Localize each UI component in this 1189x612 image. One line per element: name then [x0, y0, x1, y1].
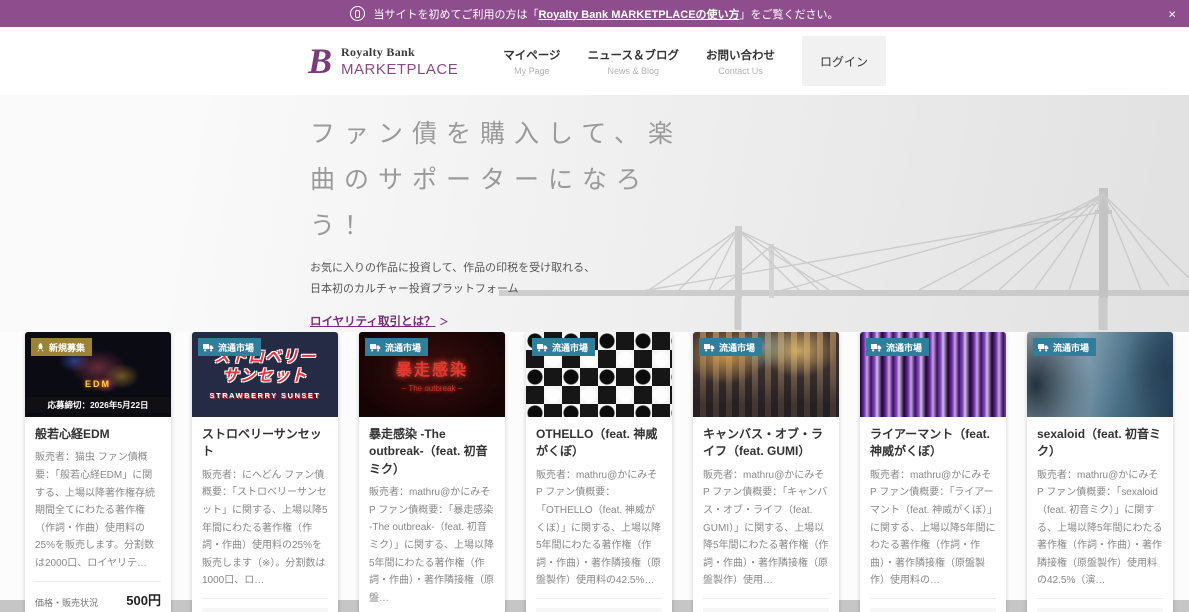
nav-news-sublabel: News & Blog	[588, 66, 679, 76]
card-title: OTHELLO（feat. 神威がくぼ）	[536, 426, 662, 461]
card-artwork: 新規募集 EDM 応募締切：2026年5月22日	[25, 332, 171, 417]
price-status-label: 価格・販売状況	[35, 596, 98, 609]
badge-label: 流通市場	[886, 341, 922, 354]
hero-title: ファン債を購入して、楽 曲のサポーターになろ う！	[310, 111, 682, 249]
hero-subtitle-line2: 日本初のカルチャー投資プラットフォーム	[310, 279, 682, 300]
badge-secondary-market: 流通市場	[866, 338, 929, 356]
badge-label: 流通市場	[552, 341, 588, 354]
top-notice-banner: 当サイトを初めてご利用の方は「Royalty Bank MARKETPLACEの…	[0, 0, 1189, 27]
card-description: 販売者：mathru@かにみそP ファン債概要：「sexaloid（feat. …	[1037, 467, 1163, 599]
artwork-text: サンセット	[222, 368, 307, 386]
badge-label: 流通市場	[218, 341, 254, 354]
rocket-icon	[36, 343, 45, 352]
close-icon[interactable]: ×	[1168, 7, 1176, 20]
hero-subtitle: お気に入りの作品に投資して、作品の印税を受け取れる、 日本初のカルチャー投資プラ…	[310, 258, 682, 300]
card-othello[interactable]: 流通市場 OTHELLO（feat. 神威がくぼ） 販売者：mathru@かにみ…	[526, 332, 672, 612]
card-title: ライアーマント（feat. 神威がくぼ）	[870, 426, 996, 461]
badge-label: 流通市場	[719, 341, 755, 354]
nav-mypage-label: マイページ	[503, 47, 560, 63]
artwork-text: EDM	[85, 379, 111, 389]
site-header: B Royalty Bank MARKETPLACE マイページ My Page…	[0, 27, 1189, 95]
card-canvas-of-life[interactable]: 流通市場 キャンバス・オブ・ライフ（feat. GUMI） 販売者：mathru…	[693, 332, 839, 612]
card-title: キャンバス・オブ・ライフ（feat. GUMI）	[703, 426, 829, 461]
card-title: 般若心経EDM	[35, 426, 161, 443]
price-value: 500円	[126, 590, 161, 609]
card-liar-manto[interactable]: 流通市場 ライアーマント（feat. 神威がくぼ） 販売者：mathru@かにみ…	[860, 332, 1006, 612]
badge-label: 新規募集	[49, 341, 85, 354]
logo-text-royalty-bank: Royalty Bank	[341, 45, 458, 60]
card-strawberry-sunset[interactable]: 流通市場 ストロベリー サンセット STRAWBERRY SUNSET ストロベ…	[192, 332, 338, 612]
hero-title-line3: う！	[310, 203, 682, 249]
main-nav: マイページ My Page ニュース＆ブログ News & Blog お問い合わ…	[503, 36, 886, 86]
sell-buy-box: SELL— BUY¥100	[870, 608, 996, 612]
sell-buy-box: SELL— BUY¥500	[202, 608, 328, 612]
card-bousou-kansen[interactable]: 流通市場 暴走感染 − The outbreak − 暴走感染 -The out…	[359, 332, 505, 612]
card-artwork: 流通市場 暴走感染 − The outbreak −	[359, 332, 505, 417]
card-hannya-shingyo-edm[interactable]: 新規募集 EDM 応募締切：2026年5月22日 般若心経EDM 販売者：猫虫 …	[25, 332, 171, 612]
guide-book-icon	[350, 6, 365, 21]
badge-secondary-market: 流通市場	[532, 338, 595, 356]
hero-section: ファン債を購入して、楽 曲のサポーターになろ う！ お気に入りの作品に投資して、…	[0, 95, 1189, 332]
card-title: 暴走感染 -The outbreak-（feat. 初音ミク）	[369, 426, 495, 478]
card-description: 販売者：にへどん ファン債概要：「ストロベリーサンセット」に関する、上場以降5年…	[202, 467, 328, 599]
nav-contact-sublabel: Contact Us	[706, 66, 775, 76]
badge-secondary-market: 流通市場	[1033, 338, 1096, 356]
card-description: 販売者：mathru@かにみそP ファン債概要：「ライアーマント（feat. 神…	[870, 467, 996, 599]
chevron-right-icon: ＞	[439, 317, 448, 327]
sell-buy-box: SELL— BUY¥100	[1037, 608, 1163, 612]
badge-secondary-market: 流通市場	[699, 338, 762, 356]
logo-text-marketplace: MARKETPLACE	[341, 61, 458, 78]
link-what-is-royalty-trading[interactable]: ロイヤリティ取引とは？ ＞	[310, 313, 448, 329]
sell-buy-box: SELL¥100 BUY¥100	[536, 608, 662, 612]
truck-icon	[370, 343, 381, 352]
hero-title-line2: 曲のサポーターになろ	[310, 157, 682, 203]
badge-new-offering: 新規募集	[31, 338, 92, 356]
card-description: 販売者：mathru@かにみそP ファン債概要：「キャンバス・オブ・ライフ（fe…	[703, 467, 829, 599]
fan-bond-card-list: 新規募集 EDM 応募締切：2026年5月22日 般若心経EDM 販売者：猫虫 …	[0, 332, 1189, 600]
nav-news-label: ニュース＆ブログ	[588, 47, 679, 63]
banner-text-after: 」をご覧ください。	[740, 6, 839, 22]
link-royalty-trading-label: ロイヤリティ取引とは？	[310, 316, 435, 328]
card-sexaloid[interactable]: 流通市場 sexaloid（feat. 初音ミク） 販売者：mathru@かにみ…	[1027, 332, 1173, 612]
nav-mypage-sublabel: My Page	[503, 66, 560, 76]
sell-buy-box: SELL— BUY¥100	[703, 608, 829, 612]
truck-icon	[203, 343, 214, 352]
hero-title-line1: ファン債を購入して、楽	[310, 111, 682, 157]
truck-icon	[1038, 343, 1049, 352]
application-deadline: 応募締切：2026年5月22日	[25, 397, 171, 413]
artwork-text: − The outbreak −	[402, 384, 463, 393]
badge-label: 流通市場	[1053, 341, 1089, 354]
royalty-bank-logo-icon: B	[308, 43, 332, 79]
badge-secondary-market: 流通市場	[198, 338, 261, 356]
banner-guide-link[interactable]: Royalty Bank MARKETPLACEの使い方	[538, 6, 739, 22]
truck-icon	[704, 343, 715, 352]
badge-secondary-market: 流通市場	[365, 338, 428, 356]
hero-subtitle-line1: お気に入りの作品に投資して、作品の印税を受け取れる、	[310, 258, 682, 279]
card-description: 販売者：猫虫 ファン債概要：「般若心経EDM」に関する、上場以降著作権存続期間全…	[35, 449, 161, 581]
nav-item-contact[interactable]: お問い合わせ Contact Us	[706, 47, 775, 76]
card-description: 販売者：mathru@かにみそP ファン債概要：「OTHELLO（feat. 神…	[536, 467, 662, 599]
nav-contact-label: お問い合わせ	[706, 47, 775, 63]
banner-text-before: 当サイトを初めてご利用の方は「	[373, 6, 538, 22]
card-artwork: 流通市場	[860, 332, 1006, 417]
card-artwork: 流通市場	[1027, 332, 1173, 417]
truck-icon	[871, 343, 882, 352]
card-title: sexaloid（feat. 初音ミク）	[1037, 426, 1163, 461]
artwork-text: STRAWBERRY SUNSET	[210, 391, 321, 400]
artwork-text: 暴走感染	[396, 356, 468, 380]
card-artwork: 流通市場	[693, 332, 839, 417]
badge-label: 流通市場	[385, 341, 421, 354]
card-title: ストロベリーサンセット	[202, 426, 328, 461]
card-description: 販売者：mathru@かにみそP ファン債概要：「暴走感染 -The outbr…	[369, 484, 495, 612]
card-artwork: 流通市場	[526, 332, 672, 417]
truck-icon	[537, 343, 548, 352]
card-artwork: 流通市場 ストロベリー サンセット STRAWBERRY SUNSET	[192, 332, 338, 417]
login-button[interactable]: ログイン	[802, 36, 886, 86]
nav-item-news-blog[interactable]: ニュース＆ブログ News & Blog	[588, 47, 679, 76]
site-logo[interactable]: B Royalty Bank MARKETPLACE	[308, 43, 458, 79]
nav-item-mypage[interactable]: マイページ My Page	[503, 47, 560, 76]
